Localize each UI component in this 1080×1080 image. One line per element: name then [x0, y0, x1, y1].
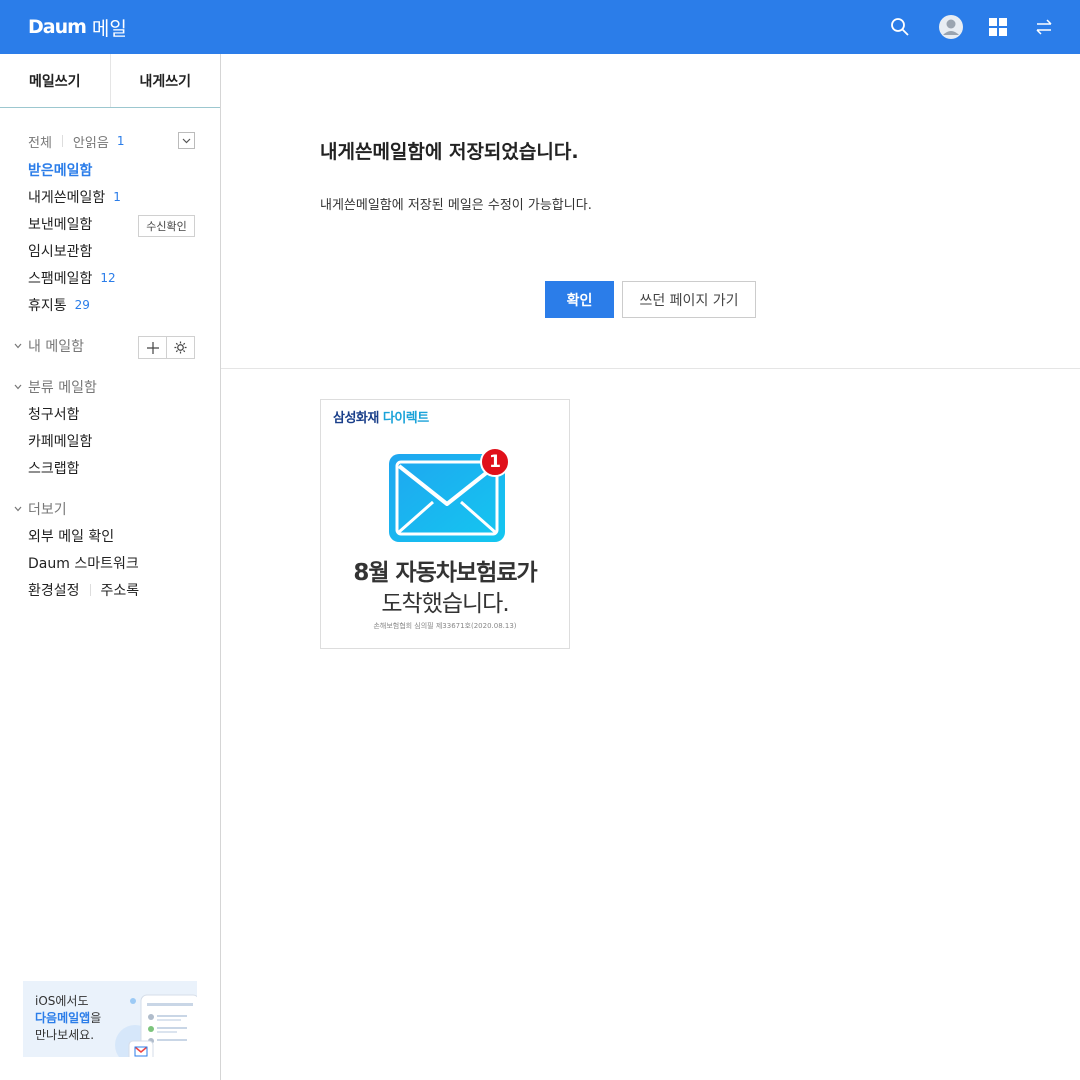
write-mail-button[interactable]: 메일쓰기 [0, 54, 111, 107]
section-title: 분류 메일함 [28, 380, 97, 396]
chevron-down-icon [14, 506, 28, 512]
sidebar-item-label: 보낸메일함 [28, 217, 93, 233]
divider [221, 368, 1080, 369]
sidebar-item-label: 카페메일함 [28, 434, 93, 450]
external-mail-link[interactable]: 외부 메일 확인 [28, 526, 114, 546]
promo-line: iOS에서도 [35, 994, 89, 1008]
page-title: 내게쓴메일함에 저장되었습니다. [320, 141, 579, 163]
sidebar-item-spam[interactable]: 스팸메일함 12 [28, 268, 116, 288]
sidebar-item-count: 1 [113, 190, 121, 204]
sidebar-item-bills[interactable]: 청구서함 [28, 404, 80, 424]
settings-link[interactable]: 환경설정 [28, 580, 80, 600]
promo-highlight: 다음메일앱 [35, 1011, 91, 1025]
filter-toggle-button[interactable] [178, 132, 195, 149]
smartwork-link[interactable]: Daum 스마트워크 [28, 553, 139, 573]
write-to-me-button[interactable]: 내게쓰기 [111, 54, 221, 107]
mail-filter: 전체 안읽음 1 [28, 131, 195, 151]
confirm-button[interactable]: 확인 [545, 281, 614, 318]
ad-brand: 삼성화재 다이렉트 [333, 407, 429, 426]
sidebar-item-label: 청구서함 [28, 407, 80, 423]
main-content: 내게쓴메일함에 저장되었습니다. 내게쓴메일함에 저장된 메일은 수정이 가능합… [221, 54, 1080, 1080]
sidebar-item-inbox[interactable]: 받은메일함 [28, 160, 92, 180]
daum-mail-logo[interactable]: Daum 메일 [28, 14, 127, 40]
notification-badge: 1 [489, 452, 501, 472]
filter-unread[interactable]: 안읽음 [73, 132, 109, 151]
daum-logo-text: Daum [28, 16, 87, 38]
section-title: 내 메일함 [28, 339, 84, 355]
plus-icon [146, 341, 159, 354]
divider [89, 584, 91, 596]
sidebar-item-label: 외부 메일 확인 [28, 529, 115, 545]
promo-line-rest: 을 [90, 1011, 102, 1025]
gear-icon [174, 341, 187, 354]
search-icon[interactable] [886, 13, 914, 41]
back-to-compose-button[interactable]: 쓰던 페이지 가기 [622, 281, 756, 318]
chevron-down-icon [14, 384, 28, 390]
page-description: 내게쓴메일함에 저장된 메일은 수정이 가능합니다. [320, 198, 592, 213]
section-title: 더보기 [28, 502, 67, 518]
sidebar-item-drafts[interactable]: 임시보관함 [28, 241, 92, 261]
my-mailbox-controls [138, 336, 195, 359]
ad-brand-part1: 삼성화재 [333, 411, 379, 426]
sidebar-item-label: 받은메일함 [28, 163, 93, 179]
receipt-check-button[interactable]: 수신확인 [138, 215, 195, 237]
ad-brand-part2: 다이렉트 [382, 411, 429, 426]
ad-fineprint: 손해보험협회 심의필 제33671호(2020.08.13) [373, 622, 517, 630]
sidebar: 메일쓰기 내게쓰기 전체 안읽음 1 받은메일함 내게쓴메일함 1 보낸메일함 … [0, 54, 221, 1080]
apps-grid-icon[interactable] [984, 13, 1012, 41]
address-book-link[interactable]: 주소록 [101, 580, 140, 600]
more-section[interactable]: 더보기 [14, 499, 67, 519]
sidebar-item-label: 휴지통 [28, 298, 67, 314]
sidebar-item-scrap[interactable]: 스크랩함 [28, 458, 80, 478]
write-buttons: 메일쓰기 내게쓰기 [0, 54, 220, 108]
add-mailbox-button[interactable] [139, 337, 167, 358]
settings-links: 환경설정 주소록 [28, 580, 139, 600]
category-section[interactable]: 분류 메일함 [14, 377, 97, 397]
filter-all[interactable]: 전체 [28, 132, 52, 151]
ad-headline: 8월 자동차보험료가 [353, 560, 537, 586]
phone-mockup-image [115, 994, 197, 1057]
promo-line: 만나보세요. [35, 1028, 95, 1042]
sidebar-item-label: 스팸메일함 [28, 271, 93, 287]
sidebar-item-label: Daum 스마트워크 [28, 556, 139, 572]
sidebar-item-count: 29 [74, 298, 90, 312]
mailbox-settings-button[interactable] [167, 337, 194, 358]
sidebar-item-label: 스크랩함 [28, 461, 80, 477]
sidebar-item-label: 내게쓴메일함 [28, 190, 106, 206]
sidebar-item-to-me[interactable]: 내게쓴메일함 1 [28, 187, 121, 207]
chevron-down-icon [182, 138, 191, 143]
app-promo-banner[interactable]: iOS에서도 다음메일앱을 만나보세요. [23, 981, 197, 1057]
my-mailbox-section[interactable]: 내 메일함 [14, 336, 84, 356]
promo-text: iOS에서도 다음메일앱을 만나보세요. [35, 993, 101, 1044]
ad-subheadline: 도착했습니다. [381, 591, 509, 617]
service-name: 메일 [91, 17, 127, 40]
sidebar-item-trash[interactable]: 휴지통 29 [28, 295, 90, 315]
chevron-down-icon [14, 343, 28, 349]
unread-count: 1 [116, 134, 125, 148]
divider [61, 135, 63, 147]
sidebar-item-sent[interactable]: 보낸메일함 [28, 214, 92, 234]
switch-icon[interactable] [1030, 13, 1058, 41]
profile-icon[interactable] [937, 13, 965, 41]
promo-line: 다음메일앱을 [35, 1010, 101, 1027]
top-bar: Daum 메일 [0, 0, 1080, 54]
sidebar-item-count: 12 [100, 271, 116, 285]
advertisement-banner[interactable]: 삼성화재 다이렉트 1 8월 자동차보험료가 도착했습니다. 손해보험협회 심의… [320, 399, 570, 649]
sidebar-item-cafe[interactable]: 카페메일함 [28, 431, 92, 451]
sidebar-item-label: 임시보관함 [28, 244, 93, 260]
